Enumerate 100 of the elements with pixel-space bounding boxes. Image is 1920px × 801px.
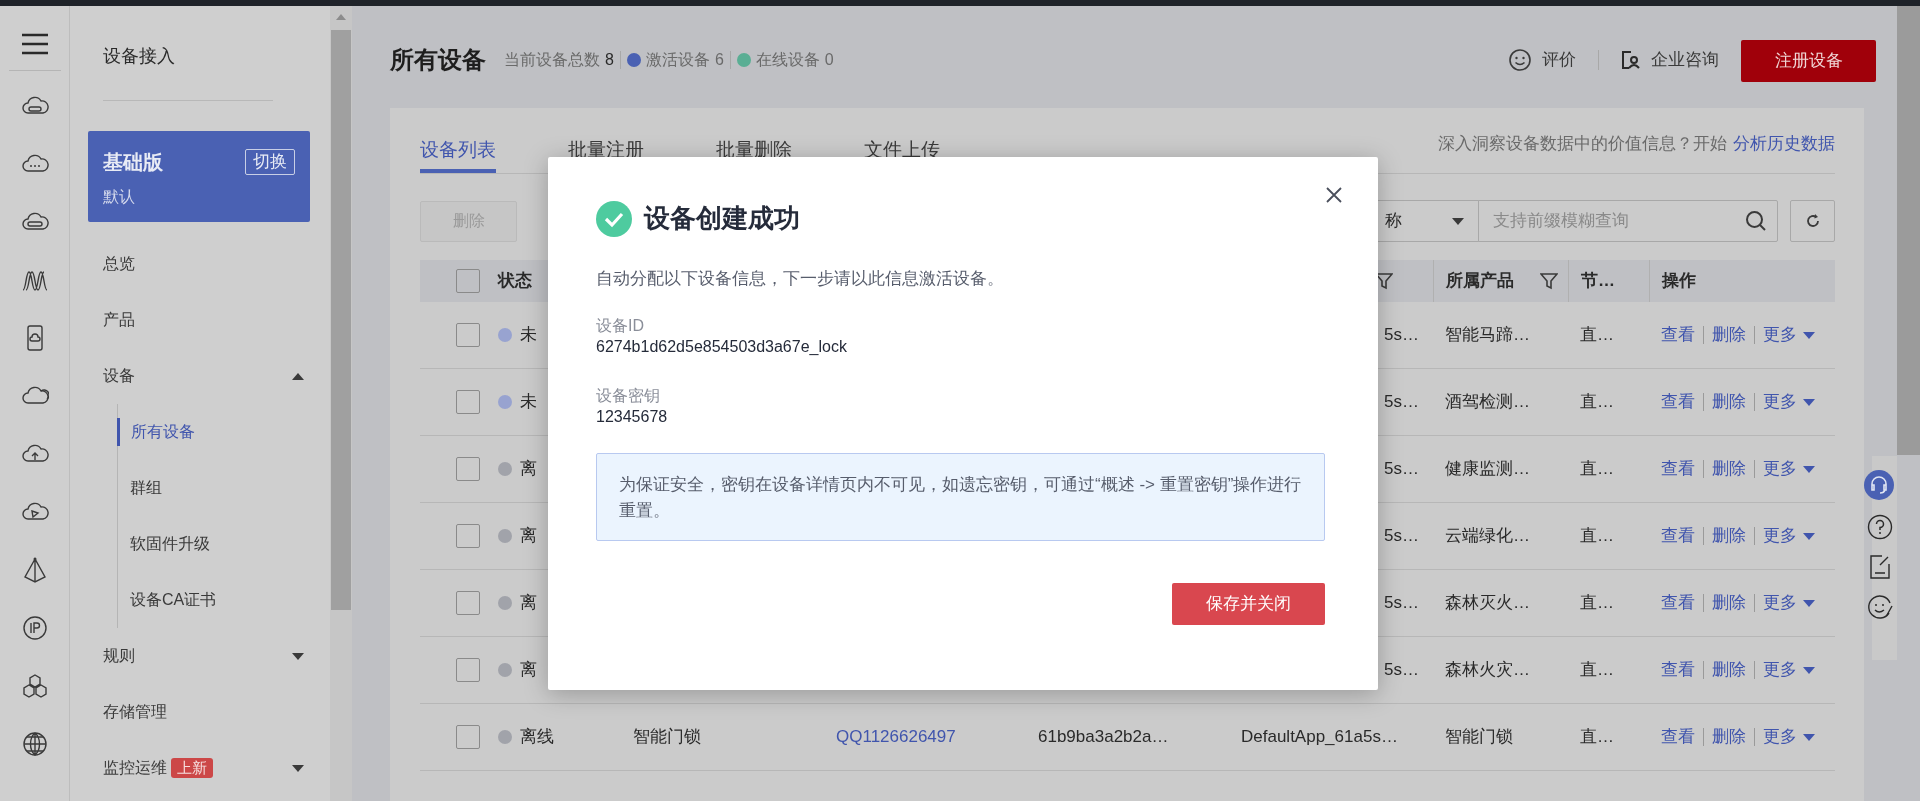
stat-value: 8	[605, 50, 614, 70]
action-link[interactable]: 更多	[1763, 657, 1815, 683]
checkbox[interactable]	[456, 725, 480, 749]
checkbox[interactable]	[456, 390, 480, 414]
column-header: 状态	[498, 270, 532, 293]
tab[interactable]: 设备列表	[420, 131, 496, 173]
action-link[interactable]: 删除	[1712, 590, 1746, 616]
page-title: 所有设备	[390, 45, 486, 75]
menu-icon[interactable]	[20, 32, 49, 56]
sidebar-item[interactable]: 设备	[70, 348, 330, 404]
column-header: 节…	[1581, 270, 1615, 293]
action-link[interactable]: 删除	[1712, 389, 1746, 415]
headset-icon[interactable]	[1863, 470, 1894, 500]
hexagons-icon[interactable]	[20, 672, 49, 700]
dialog-title: 设备创建成功	[644, 202, 800, 235]
table-cell-text: DefaultApp_61a5s…	[1241, 726, 1398, 749]
sidebar-title: 设备接入	[102, 45, 176, 68]
sidebar-item[interactable]: 产品	[70, 292, 330, 348]
action-link[interactable]: 更多	[1763, 389, 1815, 415]
checkbox[interactable]	[456, 524, 480, 548]
smile-icon[interactable]	[1866, 594, 1893, 620]
stat-label: 激活设备	[645, 50, 710, 70]
sidebar-subitem[interactable]: 软固件升级	[117, 530, 330, 558]
action-link[interactable]: 删除	[1712, 456, 1746, 482]
consult-button[interactable]: 企业咨询	[1621, 47, 1719, 73]
table-cell-text: 智能马蹄…	[1445, 324, 1530, 347]
status-text: 离	[520, 458, 537, 481]
switch-button[interactable]: 切换	[245, 149, 295, 175]
action-link[interactable]: 查看	[1661, 456, 1695, 482]
help-icon[interactable]	[1866, 514, 1893, 540]
success-icon	[596, 200, 632, 237]
checkbox[interactable]	[456, 457, 480, 481]
table-cell-text: 直…	[1580, 458, 1614, 481]
stat-value: 6	[714, 50, 724, 70]
action-link[interactable]: 删除	[1712, 322, 1746, 348]
status-text: 未	[520, 324, 537, 347]
filter-icon[interactable]	[1375, 272, 1393, 290]
caret-icon	[1803, 666, 1815, 674]
checkbox[interactable]	[456, 323, 480, 347]
sidebar-subitem[interactable]: 设备CA证书	[117, 586, 330, 614]
table-cell-text: 直…	[1580, 391, 1614, 414]
promo-text: 深入洞察设备数据中的价值信息？开始	[1438, 133, 1727, 155]
table-cell-text: 5s…	[1384, 659, 1419, 682]
device-id-link[interactable]: QQ1126626497	[836, 724, 956, 750]
action-link[interactable]: 更多	[1763, 724, 1815, 750]
action-link[interactable]: 更多	[1763, 456, 1815, 482]
search-icon[interactable]	[1745, 210, 1767, 232]
checkbox[interactable]	[456, 591, 480, 615]
checkbox[interactable]	[456, 269, 480, 293]
security-notice: 为保证安全，密钥在设备详情页内不可见，如遗忘密钥，可通过“概述 -> 重置密钥”操作进行重置。	[596, 452, 1325, 541]
history-data-link[interactable]: 分析历史数据	[1733, 131, 1835, 157]
close-icon[interactable]	[1326, 187, 1342, 203]
table-cell-text: 直…	[1580, 659, 1614, 682]
search-field[interactable]: 支持前缀模糊查询	[1479, 201, 1745, 241]
refresh-button[interactable]	[1790, 200, 1835, 242]
stat-value: 0	[824, 50, 834, 70]
table-cell-text: 智能门锁	[633, 726, 701, 749]
action-link[interactable]: 删除	[1712, 657, 1746, 683]
sidebar-item[interactable]: 规则	[70, 628, 330, 684]
globe-icon[interactable]	[20, 730, 49, 758]
action-link[interactable]: 删除	[1712, 724, 1746, 750]
action-link[interactable]: 删除	[1712, 523, 1746, 549]
table-cell-text: 61b9ba3a2b2a…	[1038, 726, 1169, 749]
page-scrollbar[interactable]	[1897, 6, 1920, 455]
search-box[interactable]: 支持前缀模糊查询	[1478, 200, 1778, 242]
note-icon[interactable]	[1867, 554, 1892, 580]
action-link[interactable]: 更多	[1763, 590, 1815, 616]
dropdown-caret-icon	[1452, 217, 1464, 225]
action-link[interactable]: 查看	[1661, 523, 1695, 549]
action-link[interactable]: 更多	[1763, 523, 1815, 549]
table-cell-text: 直…	[1580, 592, 1614, 615]
table-cell-text: 5s…	[1384, 592, 1419, 615]
table-cell-text: 森林火灾…	[1445, 659, 1530, 682]
column-header: 所属产品	[1446, 270, 1514, 293]
scrollbar[interactable]	[330, 6, 352, 801]
sidebar-item[interactable]: 监控运维 上新	[70, 740, 330, 796]
action-link[interactable]: 查看	[1661, 389, 1695, 415]
caret-icon	[1803, 733, 1815, 741]
checkbox[interactable]	[456, 658, 480, 682]
save-close-button[interactable]: 保存并关闭	[1172, 582, 1325, 625]
column-header: 操作	[1662, 270, 1696, 293]
action-link[interactable]: 查看	[1661, 590, 1695, 616]
filter-icon[interactable]	[1540, 272, 1558, 290]
action-link[interactable]: 查看	[1661, 322, 1695, 348]
badge-person-icon	[1621, 50, 1641, 70]
register-button[interactable]: 注册设备	[1741, 40, 1876, 82]
sidebar-subitem[interactable]: 群组	[117, 474, 330, 502]
action-link[interactable]: 查看	[1661, 724, 1695, 750]
status-text: 离	[520, 659, 537, 682]
feedback-button[interactable]: 评价	[1508, 47, 1576, 73]
ip-icon[interactable]	[20, 614, 49, 642]
field-value: 6274b1d62d5e854503d3a67e_lock	[596, 336, 848, 357]
stat-label: 在线设备	[755, 50, 820, 70]
field-label: 设备ID	[596, 315, 645, 336]
caret-icon	[1803, 532, 1815, 540]
action-link[interactable]: 查看	[1661, 657, 1695, 683]
sidebar-item[interactable]: 存储管理	[70, 684, 330, 740]
action-link[interactable]: 更多	[1763, 322, 1815, 348]
sidebar-item[interactable]: 总览	[70, 236, 330, 292]
table-cell-text: 智能门锁	[1445, 726, 1513, 749]
